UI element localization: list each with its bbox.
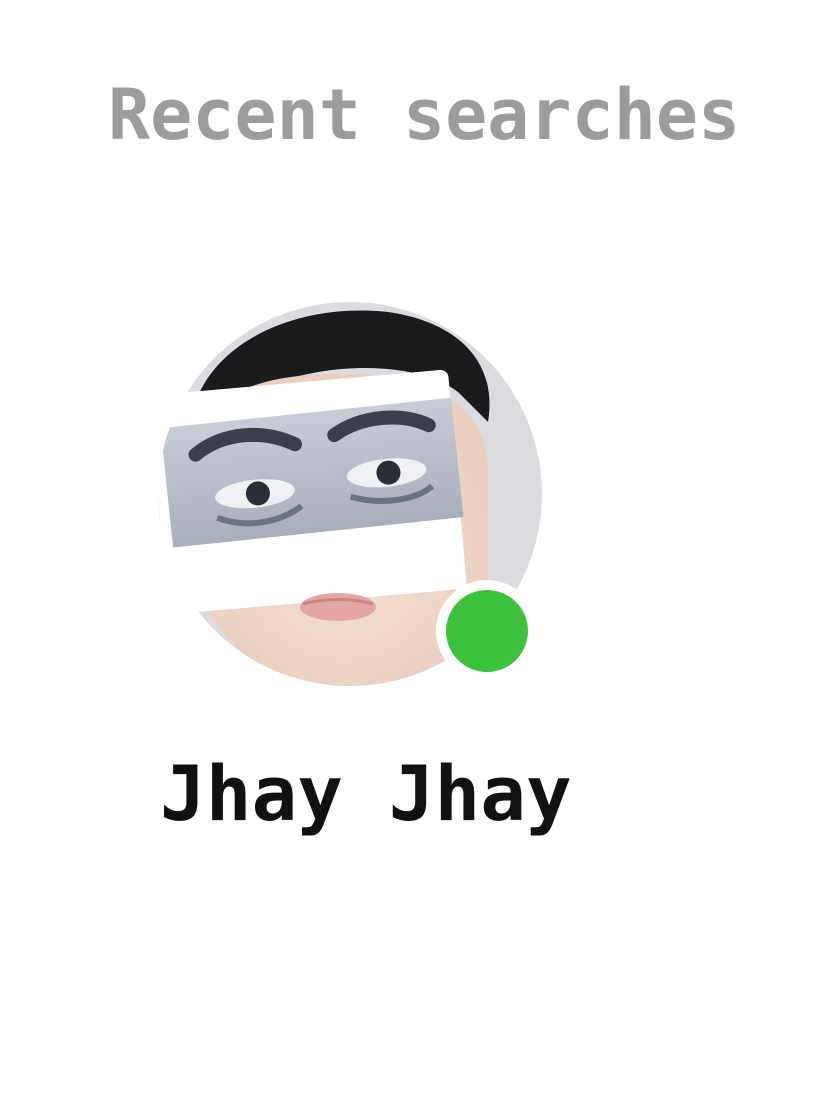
recent-search-item[interactable]: Jhay Jhay — [150, 290, 572, 850]
online-status-badge — [436, 580, 538, 682]
contact-name[interactable]: Jhay Jhay — [160, 756, 572, 832]
avatar[interactable] — [158, 302, 542, 686]
online-status-icon — [446, 590, 528, 672]
recent-searches-heading: Recent searches — [108, 74, 741, 156]
